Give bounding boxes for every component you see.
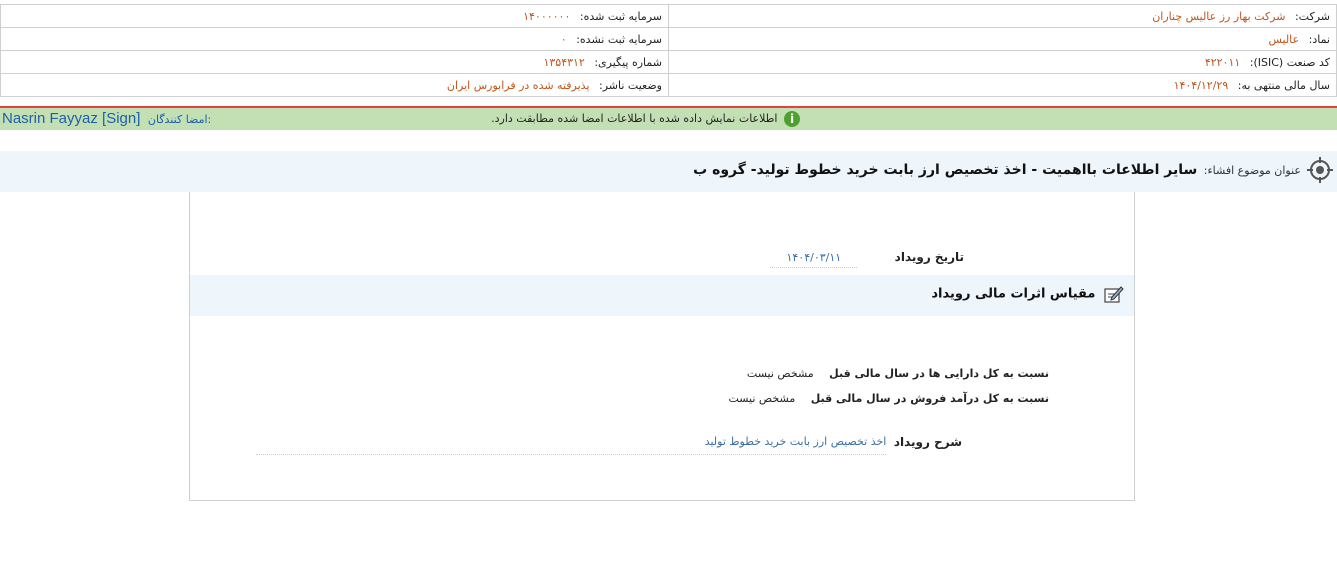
- info-row: کد صنعت (ISIC): ۴۲۲۰۱۱ شماره پیگیری: ۱۳۵…: [0, 50, 1337, 74]
- verification-bar: Nasrin Fayyaz [Sign] امضا کنندگان: i اطل…: [0, 108, 1337, 130]
- subject-heading: عنوان موضوع افشاء: سایر اطلاعات بااهمیت …: [693, 162, 1301, 178]
- subject-title: سایر اطلاعات بااهمیت - اخذ تخصیص ارز باب…: [693, 162, 1198, 178]
- fiscal-year-value: ۱۴۰۴/۱۲/۲۹: [1173, 78, 1229, 92]
- event-description-row: شرح رویداد اخذ تخصیص ارز بابت خرید خطوط …: [256, 435, 962, 455]
- fiscal-year-cell: سال مالی منتهی به: ۱۴۰۴/۱۲/۲۹: [668, 73, 1337, 97]
- unregistered-capital-cell: سرمایه ثبت نشده: ۰: [0, 27, 669, 51]
- event-date-label: تاریخ رویداد: [894, 250, 964, 264]
- isic-value: ۴۲۲۰۱۱: [1204, 55, 1241, 69]
- registered-capital-value: ۱۴۰۰۰۰۰۰: [523, 9, 571, 23]
- tracking-value: ۱۳۵۴۳۱۲: [543, 55, 585, 69]
- signers-label: امضا کنندگان:: [147, 113, 212, 126]
- impact-heading: مقیاس اثرات مالی رویداد: [931, 286, 1096, 302]
- symbol-cell: نماد: عالیس: [668, 27, 1337, 51]
- ratio-label: نسبت به کل دارایی ها در سال مالی قبل: [829, 367, 1049, 380]
- tracking-label: شماره پیگیری:: [594, 55, 662, 69]
- company-label: شرکت:: [1294, 9, 1330, 23]
- event-description-value: اخذ تخصیص ارز بابت خرید خطوط تولید: [256, 435, 887, 455]
- subject-label: عنوان موضوع افشاء:: [1203, 164, 1301, 177]
- registered-capital-cell: سرمایه ثبت شده: ۱۴۰۰۰۰۰۰: [0, 4, 669, 28]
- publisher-status-cell: وضعیت ناشر: پذیرفته شده در فرابورس ایران: [0, 73, 669, 97]
- company-info-table: شرکت: شرکت بهار رز عالیس چناران سرمایه ث…: [0, 4, 1337, 100]
- isic-label: کد صنعت (ISIC):: [1249, 55, 1330, 69]
- unregistered-capital-label: سرمایه ثبت نشده:: [576, 32, 662, 46]
- ratio-row: نسبت به کل درآمد فروش در سال مالی قبل مش…: [728, 392, 1049, 405]
- fiscal-year-label: سال مالی منتهی به:: [1237, 78, 1330, 92]
- ratio-value: مشخص نیست: [746, 367, 814, 380]
- registered-capital-label: سرمایه ثبت شده:: [579, 9, 662, 23]
- match-message-text: اطلاعات نمایش داده شده با اطلاعات امضا ش…: [491, 112, 778, 125]
- company-cell: شرکت: شرکت بهار رز عالیس چناران: [668, 4, 1337, 28]
- event-panel: تاریخ رویداد ۱۴۰۴/۰۳/۱۱ مقیاس اثرات مالی…: [189, 192, 1135, 501]
- info-row: سال مالی منتهی به: ۱۴۰۴/۱۲/۲۹ وضعیت ناشر…: [0, 73, 1337, 97]
- event-date-row: تاریخ رویداد ۱۴۰۴/۰۳/۱۱: [770, 250, 964, 268]
- event-date-value: ۱۴۰۴/۰۳/۱۱: [770, 251, 858, 268]
- unregistered-capital-value: ۰: [560, 32, 567, 46]
- ratio-label: نسبت به کل درآمد فروش در سال مالی قبل: [810, 392, 1049, 405]
- isic-cell: کد صنعت (ISIC): ۴۲۲۰۱۱: [668, 50, 1337, 74]
- tracking-cell: شماره پیگیری: ۱۳۵۴۳۱۲: [0, 50, 669, 74]
- ratio-value: مشخص نیست: [728, 392, 796, 405]
- edit-note-icon: [1104, 286, 1124, 303]
- match-message: i اطلاعات نمایش داده شده با اطلاعات امضا…: [491, 111, 800, 127]
- info-row: شرکت: شرکت بهار رز عالیس چناران سرمایه ث…: [0, 4, 1337, 28]
- symbol-value: عالیس: [1268, 32, 1300, 46]
- publisher-status-label: وضعیت ناشر:: [599, 78, 662, 92]
- impact-section-header: مقیاس اثرات مالی رویداد: [190, 275, 1134, 316]
- target-icon: [1307, 157, 1333, 183]
- symbol-label: نماد:: [1308, 32, 1330, 46]
- publisher-status-value: پذیرفته شده در فرابورس ایران: [446, 78, 590, 92]
- company-value: شرکت بهار رز عالیس چناران: [1152, 9, 1286, 23]
- event-description-label: شرح رویداد: [893, 435, 962, 449]
- subject-bar: عنوان موضوع افشاء: سایر اطلاعات بااهمیت …: [0, 151, 1337, 192]
- info-icon: i: [784, 111, 800, 127]
- signers: Nasrin Fayyaz [Sign] امضا کنندگان:: [2, 110, 211, 127]
- ratio-row: نسبت به کل دارایی ها در سال مالی قبل مشخ…: [747, 367, 1049, 380]
- info-row: نماد: عالیس سرمایه ثبت نشده: ۰: [0, 27, 1337, 51]
- signer-name-link[interactable]: Nasrin Fayyaz [Sign]: [2, 110, 140, 127]
